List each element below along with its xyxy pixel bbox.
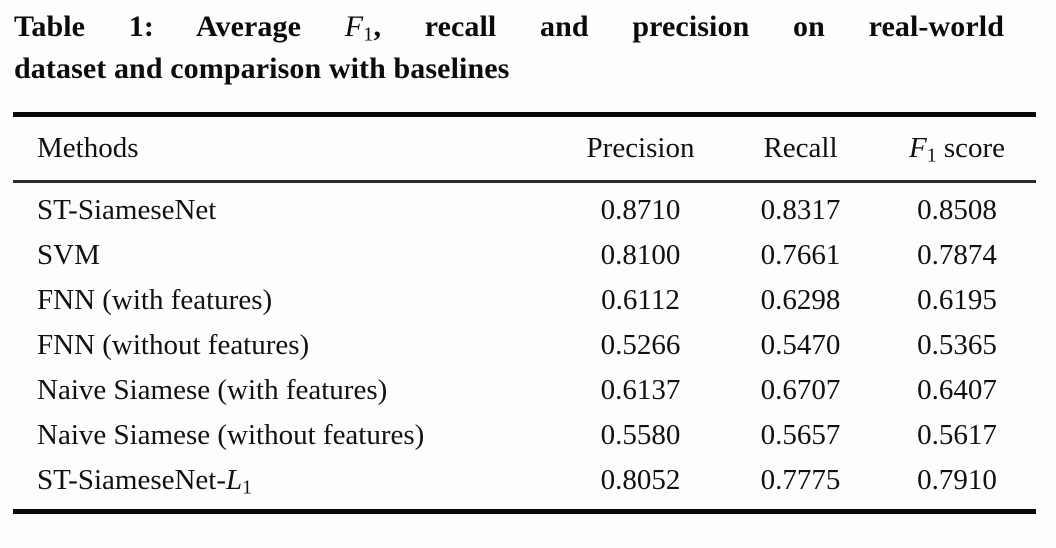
- cell-precision: 0.8100: [600, 239, 681, 271]
- cell-recall: 0.6707: [760, 374, 841, 406]
- cell-method: ST-SiameseNet: [37, 194, 217, 226]
- cell-f1: 0.7910: [917, 464, 997, 496]
- cell-recall: 0.7661: [760, 239, 841, 271]
- cell-recall: 0.7775: [760, 464, 841, 496]
- cell-recall: 0.5470: [760, 329, 841, 361]
- cell-method: FNN (without features): [37, 329, 310, 361]
- cell-f1: 0.5365: [917, 329, 997, 361]
- table-body: ST-SiameseNet 0.8710 0.8317 0.8508 SVM 0…: [13, 183, 1036, 509]
- header-f1-suffix: score: [936, 132, 1005, 164]
- table-bottom-rule: [13, 509, 1036, 514]
- column-header-methods: Methods: [37, 132, 139, 164]
- cell-precision: 0.6112: [601, 284, 680, 316]
- header-f1-symbol: F1: [908, 132, 937, 167]
- cell-method: Naive Siamese (without features): [37, 419, 425, 451]
- cell-method-prefix: ST-SiameseNet-: [37, 464, 227, 496]
- cell-precision: 0.5580: [600, 419, 681, 451]
- cell-f1: 0.5617: [917, 419, 997, 451]
- table-row: FNN (with features) 0.6112 0.6298 0.6195: [13, 278, 1036, 323]
- caption-line-2: dataset and comparison with baselines: [14, 52, 510, 85]
- cell-method-l1-symbol: L1: [226, 464, 253, 499]
- cell-method: FNN (with features): [37, 284, 273, 316]
- table-figure-page: Table 1: Average F1, recall and precisio…: [0, 0, 1056, 548]
- cell-recall: 0.8317: [760, 194, 841, 226]
- cell-recall: 0.6298: [760, 284, 841, 316]
- cell-f1: 0.6407: [917, 374, 997, 406]
- table-row: Naive Siamese (with features) 0.6137 0.6…: [13, 368, 1036, 413]
- table-row: SVM 0.8100 0.7661 0.7874: [13, 233, 1036, 278]
- column-header-f1-score: F1 score: [878, 117, 1036, 180]
- caption-f1-subscript: 1: [363, 23, 374, 46]
- cell-method-l1-base: L: [226, 464, 243, 496]
- column-header-precision: Precision: [586, 132, 695, 164]
- table-caption: Table 1: Average F1, recall and precisio…: [14, 6, 1004, 90]
- cell-precision: 0.6137: [600, 374, 681, 406]
- table-body-grid: ST-SiameseNet 0.8710 0.8317 0.8508 SVM 0…: [13, 183, 1036, 509]
- cell-precision: 0.8052: [600, 464, 681, 496]
- table-header-row-group: Methods Precision Recall F1 score: [13, 117, 1036, 180]
- cell-method: SVM: [37, 239, 100, 271]
- table-row: Naive Siamese (without features) 0.5580 …: [13, 413, 1036, 458]
- cell-precision: 0.5266: [600, 329, 681, 361]
- cell-method: Naive Siamese (with features): [37, 374, 388, 406]
- header-f1-base: F: [908, 132, 927, 164]
- header-f1-subscript: 1: [926, 144, 937, 167]
- cell-method: ST-SiameseNet-L1: [13, 458, 558, 509]
- cell-f1: 0.6195: [917, 284, 997, 316]
- table-row: ST-SiameseNet 0.8710 0.8317 0.8508: [13, 183, 1036, 233]
- caption-text-after-math: , recall and precision on real-world: [373, 10, 1005, 43]
- results-table: Methods Precision Recall F1 score ST-Sia…: [13, 112, 1036, 514]
- table-row: FNN (without features) 0.5266 0.5470 0.5…: [13, 323, 1036, 368]
- cell-f1: 0.7874: [917, 239, 997, 271]
- cell-recall: 0.5657: [760, 419, 841, 451]
- table-grid: Methods Precision Recall F1 score: [13, 117, 1036, 180]
- cell-method-l1-subscript: 1: [242, 476, 253, 499]
- caption-f1-symbol: F1: [344, 10, 374, 46]
- cell-precision: 0.8710: [600, 194, 681, 226]
- cell-f1: 0.8508: [917, 194, 997, 226]
- caption-text-before-math: Table 1: Average: [14, 10, 345, 43]
- caption-line-1: Table 1: Average F1, recall and precisio…: [14, 6, 1004, 48]
- table-row: ST-SiameseNet-L1 0.8052 0.7775 0.7910: [13, 458, 1036, 509]
- column-header-recall: Recall: [763, 132, 838, 164]
- caption-f1-base: F: [344, 10, 364, 43]
- table-header-row: Methods Precision Recall F1 score: [13, 117, 1036, 180]
